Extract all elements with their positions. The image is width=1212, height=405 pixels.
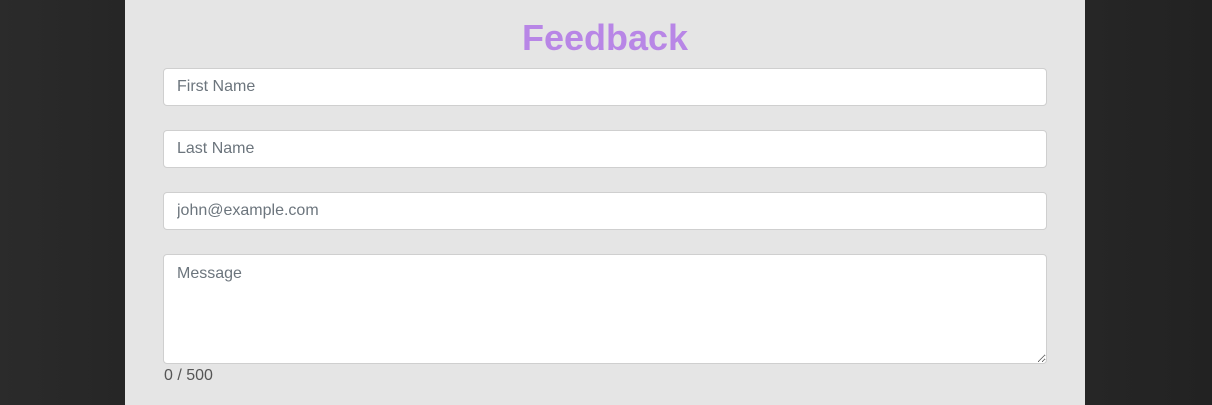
character-counter: 0 / 500 <box>164 367 213 384</box>
first-name-input[interactable] <box>163 68 1047 106</box>
message-textarea[interactable] <box>163 254 1047 364</box>
form-title: Feedback <box>521 17 689 58</box>
email-input[interactable] <box>163 192 1047 230</box>
last-name-input[interactable] <box>163 130 1047 168</box>
feedback-form-panel: Feedback 0 / 500 <box>125 0 1085 405</box>
